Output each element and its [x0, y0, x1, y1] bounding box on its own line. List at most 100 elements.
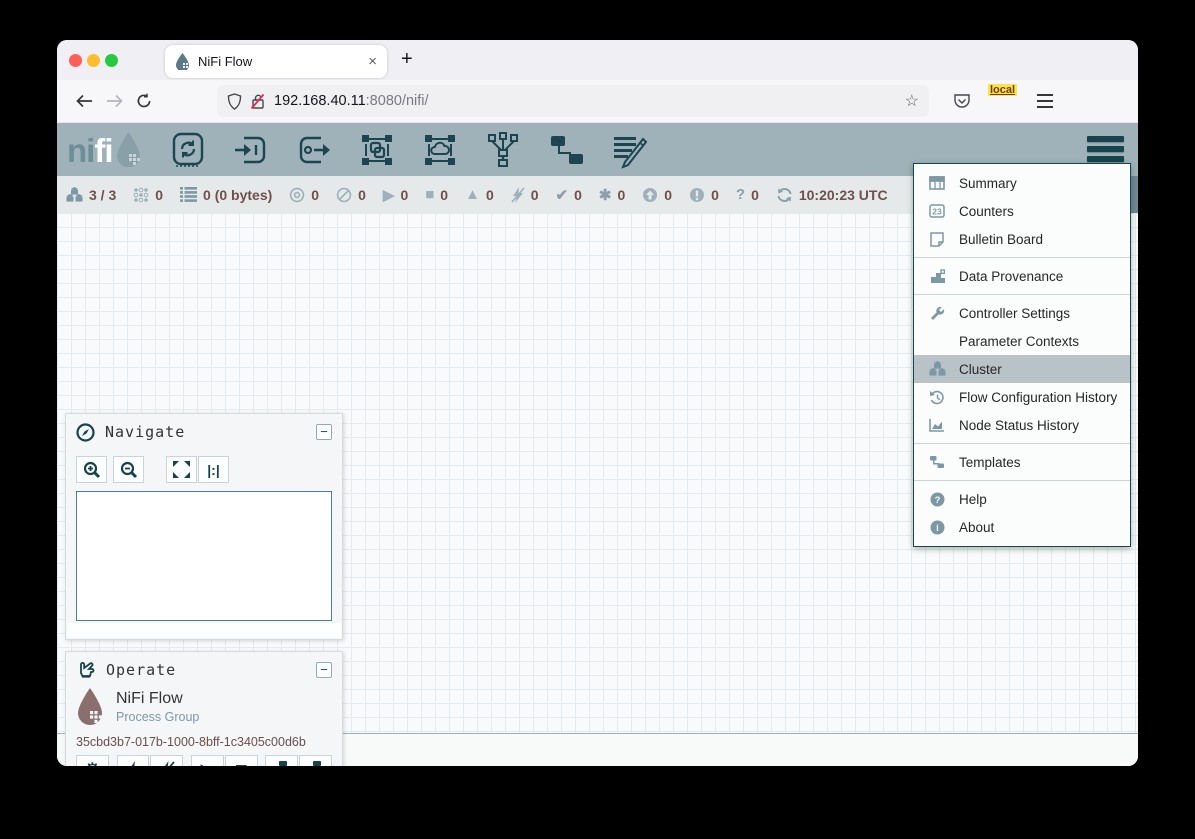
wrench-icon	[927, 306, 947, 321]
minimize-window-button[interactable]	[87, 54, 100, 67]
close-window-button[interactable]	[69, 54, 82, 67]
menu-item-templates[interactable]: Templates	[914, 448, 1130, 476]
forward-icon[interactable]	[99, 86, 129, 116]
stopped-icon: ■	[425, 186, 434, 203]
zoom-out-icon	[120, 461, 138, 479]
menu-item-summary[interactable]: Summary	[914, 169, 1130, 197]
history-icon	[927, 390, 947, 405]
menu-item-parameter-contexts[interactable]: Parameter Contexts	[914, 327, 1130, 355]
drag-label-icon[interactable]	[609, 130, 649, 170]
stat-disabled: 0	[511, 187, 539, 203]
menu-item-node-status-history[interactable]: Node Status History	[914, 411, 1130, 439]
drag-funnel-icon[interactable]	[483, 130, 523, 170]
menu-label: Counters	[959, 204, 1014, 219]
profile-label: local	[988, 84, 1017, 96]
browser-menu-icon[interactable]	[1037, 94, 1053, 107]
svg-text:?: ?	[934, 495, 940, 506]
locally-modified-icon: ✱	[599, 186, 612, 204]
maximize-window-button[interactable]	[105, 54, 118, 67]
compass-icon	[76, 423, 95, 442]
area-chart-icon	[927, 418, 947, 432]
profile-avatar[interactable]: local	[991, 88, 1017, 114]
menu-separator	[914, 443, 1130, 444]
new-tab-button[interactable]: +	[401, 48, 413, 71]
menu-label: Bulletin Board	[959, 232, 1043, 247]
sync-failure-icon: ?	[736, 186, 745, 203]
browser-tab[interactable]: NiFi Flow ×	[165, 45, 387, 78]
drag-output-port-icon[interactable]	[294, 130, 334, 170]
url-text[interactable]: 192.168.40.11:8080/nifi/	[274, 93, 897, 109]
url-bar[interactable]: 192.168.40.11:8080/nifi/ ☆	[217, 85, 929, 117]
start-button[interactable]: ▶	[191, 755, 224, 766]
menu-item-counters[interactable]: 23 Counters	[914, 197, 1130, 225]
stop-button[interactable]: ■	[225, 755, 258, 766]
drag-process-group-icon[interactable]	[357, 130, 397, 170]
minimap-resize-strip[interactable]	[67, 623, 341, 638]
tab-close-icon[interactable]: ×	[368, 53, 377, 70]
drag-input-port-icon[interactable]	[231, 130, 271, 170]
drag-template-icon[interactable]	[546, 130, 586, 170]
menu-separator	[914, 294, 1130, 295]
operate-palette: Operate − NiFi Flow Process Group 35cbd3…	[65, 651, 343, 766]
drag-processor-icon[interactable]	[168, 130, 208, 170]
pocket-icon[interactable]	[953, 93, 971, 110]
stat-active-threads: 0	[133, 187, 163, 203]
shield-icon[interactable]	[227, 93, 242, 110]
help-icon: ?	[927, 492, 947, 507]
menu-item-controller-settings[interactable]: Controller Settings	[914, 299, 1130, 327]
zoom-actual-size-button[interactable]: |:|	[198, 456, 229, 483]
menu-item-bulletin-board[interactable]: Bulletin Board	[914, 225, 1130, 253]
zoom-in-icon	[83, 461, 101, 479]
last-refresh-time: 10:20:23 UTC	[799, 187, 888, 203]
menu-label: Node Status History	[959, 418, 1079, 433]
menu-item-data-provenance[interactable]: Data Provenance	[914, 262, 1130, 290]
upload-template-icon	[305, 760, 327, 766]
browser-window: NiFi Flow × + 192.168.40.11:8080/nifi/ ☆	[57, 40, 1138, 766]
logo-fi: fi	[94, 134, 112, 167]
birdseye-minimap[interactable]	[76, 491, 332, 621]
configuration-button[interactable]: ⚙	[76, 755, 109, 766]
stat-transmitting: 0	[289, 187, 319, 203]
zoom-out-button[interactable]	[113, 456, 144, 483]
global-menu: Summary 23 Counters Bulletin Board Data …	[913, 163, 1131, 547]
selected-component-id: 35cbd3b7-017b-1000-8bff-1c3405c00d6b	[66, 725, 342, 755]
stat-locally-modified: ✱ 0	[599, 186, 625, 204]
stat-invalid: ▲ 0	[465, 186, 494, 203]
create-template-button[interactable]	[265, 755, 298, 766]
refresh-icon[interactable]	[776, 187, 793, 203]
about-icon: i	[927, 520, 947, 535]
stat-up-to-date: ✔ 0	[556, 186, 582, 204]
insecure-lock-icon[interactable]	[250, 93, 266, 110]
menu-label: Summary	[959, 176, 1017, 191]
nifi-global-menu-icon[interactable]	[1087, 136, 1124, 162]
enable-button[interactable]	[117, 755, 150, 766]
tab-title: NiFi Flow	[198, 54, 360, 69]
disabled-icon	[511, 187, 525, 203]
navigate-collapse-button[interactable]: −	[316, 424, 332, 440]
disable-button[interactable]	[150, 755, 183, 766]
menu-label: About	[959, 520, 994, 535]
zoom-fit-button[interactable]	[166, 456, 197, 483]
drag-remote-process-group-icon[interactable]	[420, 130, 460, 170]
bookmark-star-icon[interactable]: ☆	[905, 91, 919, 111]
menu-item-help[interactable]: ? Help	[914, 485, 1130, 513]
stat-running: ▶ 0	[383, 186, 408, 204]
operate-collapse-button[interactable]: −	[316, 662, 332, 678]
summary-table-icon	[927, 176, 947, 190]
menu-item-cluster[interactable]: Cluster	[914, 355, 1130, 383]
back-icon[interactable]	[69, 86, 99, 116]
menu-item-about[interactable]: i About	[914, 513, 1130, 541]
zoom-in-button[interactable]	[76, 456, 107, 483]
selected-component-name: NiFi Flow	[116, 690, 199, 708]
not-transmitting-icon	[336, 187, 352, 203]
reload-icon[interactable]	[129, 86, 159, 116]
menu-item-flow-configuration-history[interactable]: Flow Configuration History	[914, 383, 1130, 411]
stat-locally-modified-stale: 0	[689, 187, 719, 203]
stat-connected-nodes: 3 / 3	[66, 187, 116, 203]
upload-template-button[interactable]	[299, 755, 332, 766]
logo-drop-icon	[115, 132, 142, 167]
counters-icon: 23	[927, 204, 947, 218]
up-to-date-icon: ✔	[556, 186, 569, 204]
nifi-logo: nifi	[67, 132, 142, 167]
stat-sync-failure: ? 0	[736, 186, 759, 203]
